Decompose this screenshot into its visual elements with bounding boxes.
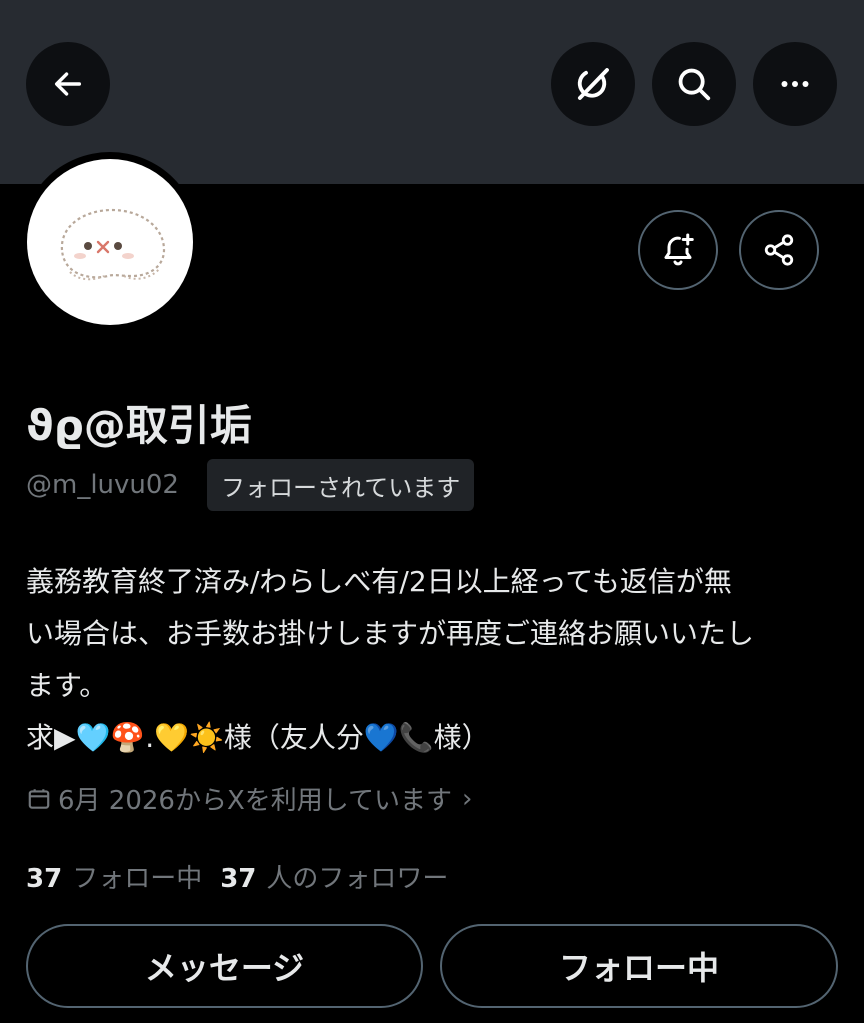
profile-bio: 義務教育終了済み/わらしべ有/2日以上経っても返信が無 い場合は、お手数お掛けし… xyxy=(26,556,846,764)
bio-line: 求▶🩵🍄.💛☀️様（友人分💙📞様） xyxy=(26,721,490,754)
search-button[interactable] xyxy=(652,42,736,126)
chevron-right-icon: › xyxy=(462,783,473,814)
share-icon xyxy=(764,234,794,266)
grok-icon xyxy=(577,68,609,100)
username-handle: @m_luvu02 xyxy=(26,470,179,500)
following-link[interactable]: 37 フォロー中 xyxy=(26,858,202,895)
joined-date-text: 6月 2026からXを利用しています xyxy=(58,786,453,816)
bio-line: ます。 xyxy=(26,669,108,702)
grok-button[interactable] xyxy=(551,42,635,126)
calendar-icon xyxy=(28,788,50,809)
seal-mascot-illustration xyxy=(60,208,166,281)
display-name: ϑϱ@取引垢 xyxy=(26,401,252,450)
following-count: 37 xyxy=(26,864,63,894)
joined-date-link[interactable]: 6月 2026からXを利用しています › xyxy=(26,780,472,817)
search-icon xyxy=(678,68,711,101)
avatar[interactable] xyxy=(20,152,200,332)
more-horizontal-icon xyxy=(781,81,809,87)
bio-line: 義務教育終了済み/わらしべ有/2日以上経っても返信が無 xyxy=(26,565,732,598)
notify-button[interactable] xyxy=(638,210,718,290)
avatar-image xyxy=(27,159,193,325)
follows-you-badge: フォローされています xyxy=(207,459,475,511)
more-button[interactable] xyxy=(753,42,837,126)
back-button[interactable] xyxy=(26,42,110,126)
message-button[interactable]: メッセージ xyxy=(26,924,423,1008)
followers-link[interactable]: 37 人のフォロワー xyxy=(220,858,448,895)
share-button[interactable] xyxy=(739,210,819,290)
followers-label: 人のフォロワー xyxy=(266,864,449,894)
follow-stats: 37 フォロー中 37 人のフォロワー xyxy=(26,858,466,895)
following-label: フォロー中 xyxy=(72,864,203,894)
following-button[interactable]: フォロー中 xyxy=(440,924,838,1008)
arrow-left-icon xyxy=(54,72,82,96)
bell-plus-icon xyxy=(664,233,694,266)
followers-count: 37 xyxy=(220,864,257,894)
bio-line: い場合は、お手数お掛けしますが再度ご連絡お願いいたし xyxy=(26,617,755,650)
